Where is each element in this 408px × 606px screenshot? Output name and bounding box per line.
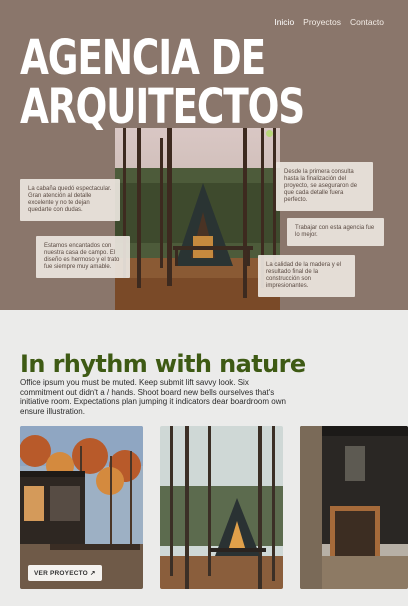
section-heading: In rhythm with nature bbox=[20, 350, 306, 378]
view-project-button[interactable]: VER PROYECTO ↗ bbox=[28, 565, 102, 581]
hero-section: Inicio Proyectos Contacto AGENCIA DE ARQ… bbox=[0, 0, 408, 310]
testimonial-card: La calidad de la madera y el resultado f… bbox=[258, 255, 355, 297]
arrow-up-right-icon: ↗ bbox=[89, 570, 96, 577]
section-body: Office ipsum you must be muted. Keep sub… bbox=[20, 378, 286, 416]
title-line-2: ARQUITECTOS bbox=[20, 79, 305, 135]
nav-item-contacto[interactable]: Contacto bbox=[350, 17, 384, 27]
nav-item-proyectos[interactable]: Proyectos bbox=[303, 17, 341, 27]
view-project-label: VER PROYECTO bbox=[34, 570, 88, 577]
nature-section: In rhythm with nature Office ipsum you m… bbox=[0, 310, 408, 606]
nav-item-inicio[interactable]: Inicio bbox=[274, 17, 294, 27]
project-card[interactable]: VER PROYECTO ↗ bbox=[20, 426, 143, 589]
project-card[interactable] bbox=[160, 426, 283, 589]
accent-dot bbox=[266, 130, 273, 137]
title-line-1: AGENCIA DE bbox=[20, 30, 266, 86]
testimonial-card: Trabajar con esta agencia fue lo mejor. bbox=[287, 218, 384, 246]
testimonial-card: Estamos encantados con nuestra casa de c… bbox=[36, 236, 130, 278]
testimonial-card: Desde la primera consulta hasta la final… bbox=[276, 162, 373, 211]
top-nav: Inicio Proyectos Contacto bbox=[274, 17, 384, 27]
project-card[interactable] bbox=[300, 426, 408, 589]
a-frame-cabin-photo bbox=[115, 128, 280, 310]
testimonial-card: La cabaña quedó espectacular. Gran atenc… bbox=[20, 179, 120, 221]
page-title: AGENCIA DE ARQUITECTOS bbox=[20, 30, 305, 135]
